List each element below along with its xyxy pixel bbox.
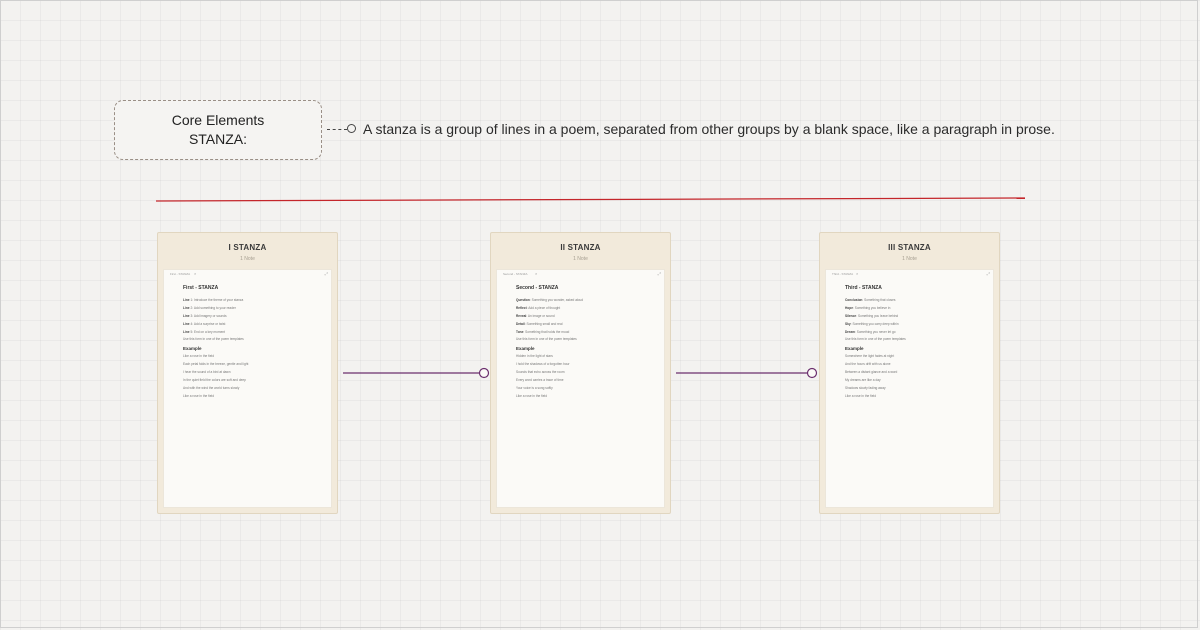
note-line: Reveal: An image or sound bbox=[516, 313, 555, 318]
connector-endpoint-circle[interactable] bbox=[347, 124, 356, 133]
note-line: Sounds that echo across the room bbox=[516, 370, 565, 375]
close-icon[interactable]: × bbox=[856, 271, 858, 276]
expand-icon[interactable]: ⤢ bbox=[987, 271, 990, 276]
dashed-connector bbox=[327, 129, 347, 130]
expand-icon[interactable]: ⤢ bbox=[658, 271, 661, 276]
core-elements-title: Core Elements bbox=[171, 112, 265, 128]
note-line: Like a rose in the field bbox=[183, 354, 215, 359]
note-line: Every word carries a trace of time bbox=[516, 378, 564, 383]
note-line: And with the wind the world turns slowly bbox=[183, 385, 240, 390]
note-line: In the quiet field the colors are soft a… bbox=[183, 378, 246, 383]
note-line: Use this form in one of the poem templat… bbox=[516, 337, 577, 342]
note-example-heading: Example bbox=[516, 346, 535, 352]
card-title: I STANZA bbox=[228, 243, 267, 252]
note-tab-label[interactable]: Third - STANZA bbox=[832, 272, 853, 276]
note-example-heading: Example bbox=[183, 346, 202, 352]
note-line: And the hours drift with us alone bbox=[845, 362, 891, 367]
note-line: Use this form in one of the poem templat… bbox=[845, 337, 906, 342]
note-line: Somewhere the light fades at night bbox=[845, 354, 895, 359]
note-line: Question: Something you wonder, asked al… bbox=[516, 298, 583, 302]
note-line: Like a rose in the field bbox=[183, 393, 215, 398]
note-line: Line 5: End on a key moment bbox=[183, 329, 225, 334]
note-line: Line 2: Add something to your reader bbox=[183, 305, 236, 310]
note-line: Like a rose in the field bbox=[516, 393, 548, 398]
note-line: Detail: Something small and real bbox=[516, 321, 563, 326]
note-line: Conclusion: Something that closes bbox=[845, 298, 896, 302]
stanza-definition-text[interactable]: A stanza is a group of lines in a poem, … bbox=[363, 121, 1055, 137]
note-line: I hear the sound of a bird at dawn bbox=[183, 370, 231, 375]
note-heading: Third - STANZA bbox=[845, 285, 882, 291]
note-tab-label[interactable]: First - STANZA bbox=[170, 272, 190, 276]
close-icon[interactable]: × bbox=[194, 271, 196, 276]
note-line: Like a rose in the field bbox=[845, 393, 877, 398]
note-line: Dream: Something you never let go bbox=[845, 329, 896, 334]
note-example-heading: Example bbox=[845, 346, 864, 352]
note-preview[interactable]: Second - STANZA × ⤢ Second - STANZA Ques… bbox=[496, 269, 665, 508]
note-line: Shadows slowly fading away bbox=[845, 385, 886, 390]
card-title: II STANZA bbox=[560, 243, 601, 252]
card-title: III STANZA bbox=[888, 243, 931, 252]
note-line: Silence: Something you leave behind bbox=[845, 313, 899, 318]
note-line: Reflect: Add a piece of thought bbox=[516, 305, 561, 310]
close-icon[interactable]: × bbox=[535, 271, 537, 276]
note-body: Conclusion: Something that closes Hope: … bbox=[845, 297, 985, 401]
note-line: Between a distant glance and a word bbox=[845, 370, 898, 375]
note-line: Sky: Something you carry deep within bbox=[845, 321, 899, 326]
note-heading: Second - STANZA bbox=[516, 285, 559, 291]
core-elements-subtitle: STANZA: bbox=[188, 131, 248, 147]
note-tab-label[interactable]: Second - STANZA bbox=[503, 272, 527, 276]
stanza-card-2[interactable]: II STANZA 1 Note Second - STANZA × ⤢ Sec… bbox=[490, 232, 671, 514]
expand-icon[interactable]: ⤢ bbox=[325, 271, 328, 276]
note-line: Hope: Something you believe in bbox=[845, 305, 891, 310]
card-note-count: 1 Note bbox=[240, 256, 255, 262]
note-line: Line 1: Introduce the theme of your stan… bbox=[183, 298, 244, 302]
note-body: Question: Something you wonder, asked al… bbox=[516, 297, 656, 401]
note-line: Hidden in the light of stars bbox=[516, 354, 553, 359]
card-note-count: 1 Note bbox=[902, 256, 917, 262]
stanza-card-3[interactable]: III STANZA 1 Note Third - STANZA × ⤢ Thi… bbox=[819, 232, 1000, 514]
note-preview[interactable]: Third - STANZA × ⤢ Third - STANZA Conclu… bbox=[825, 269, 994, 508]
note-line: My dreams are like a day bbox=[845, 378, 881, 383]
note-line: Use this form in one of the poem templat… bbox=[183, 337, 244, 342]
note-line: Each petal folds in the breeze, gentle a… bbox=[183, 362, 249, 367]
note-line: Tone: Something that holds the mood bbox=[516, 329, 570, 334]
card-note-count: 1 Note bbox=[573, 256, 588, 262]
note-line: Your voice is a song softly bbox=[516, 385, 553, 390]
red-divider-line bbox=[155, 197, 1026, 202]
note-preview[interactable]: First - STANZA × ⤢ First - STANZA Line 1… bbox=[163, 269, 332, 508]
note-line: I hold the shadows of a forgotten hour bbox=[516, 362, 570, 367]
note-line: Line 3: Add imagery or sounds bbox=[183, 313, 227, 318]
link-endpoint-card3[interactable] bbox=[806, 367, 818, 379]
core-elements-box[interactable]: Core Elements STANZA: bbox=[114, 100, 322, 160]
note-line: Line 4: Add a surprise or twist bbox=[183, 321, 226, 326]
stanza-card-1[interactable]: I STANZA 1 Note First - STANZA × ⤢ First… bbox=[157, 232, 338, 514]
link-endpoint-card2[interactable] bbox=[478, 367, 490, 379]
note-heading: First - STANZA bbox=[183, 285, 219, 291]
note-body: Line 1: Introduce the theme of your stan… bbox=[183, 297, 323, 401]
